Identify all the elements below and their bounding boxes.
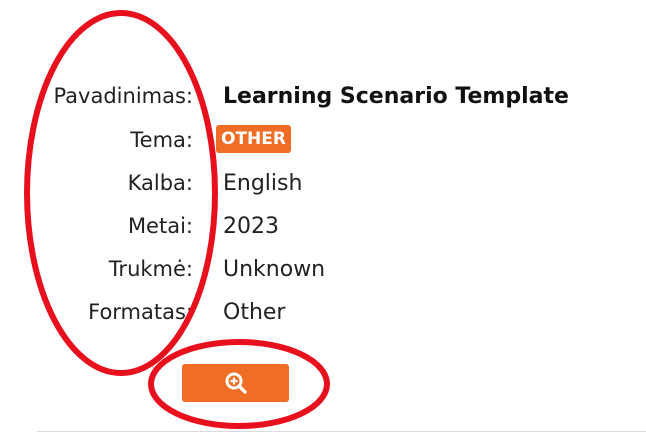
value-year: 2023 [223, 214, 279, 239]
annotation-overlay [24, 10, 330, 429]
label-title: Pavadinimas: [53, 84, 193, 108]
zoom-button[interactable] [182, 364, 289, 402]
value-title: Learning Scenario Template [223, 84, 569, 109]
value-format: Other [223, 300, 286, 325]
label-duration: Trukmė: [108, 257, 193, 281]
resource-details-panel: Pavadinimas: Tema: Kalba: Metai: Trukmė:… [0, 0, 646, 436]
divider [37, 431, 646, 432]
topic-badge: OTHER [216, 125, 291, 153]
label-language: Kalba: [127, 171, 193, 195]
value-duration: Unknown [223, 257, 326, 282]
label-topic: Tema: [130, 128, 193, 152]
label-format: Formatas: [88, 300, 193, 324]
value-language: English [223, 171, 303, 196]
label-year: Metai: [127, 214, 193, 238]
zoom-in-icon [225, 372, 247, 394]
